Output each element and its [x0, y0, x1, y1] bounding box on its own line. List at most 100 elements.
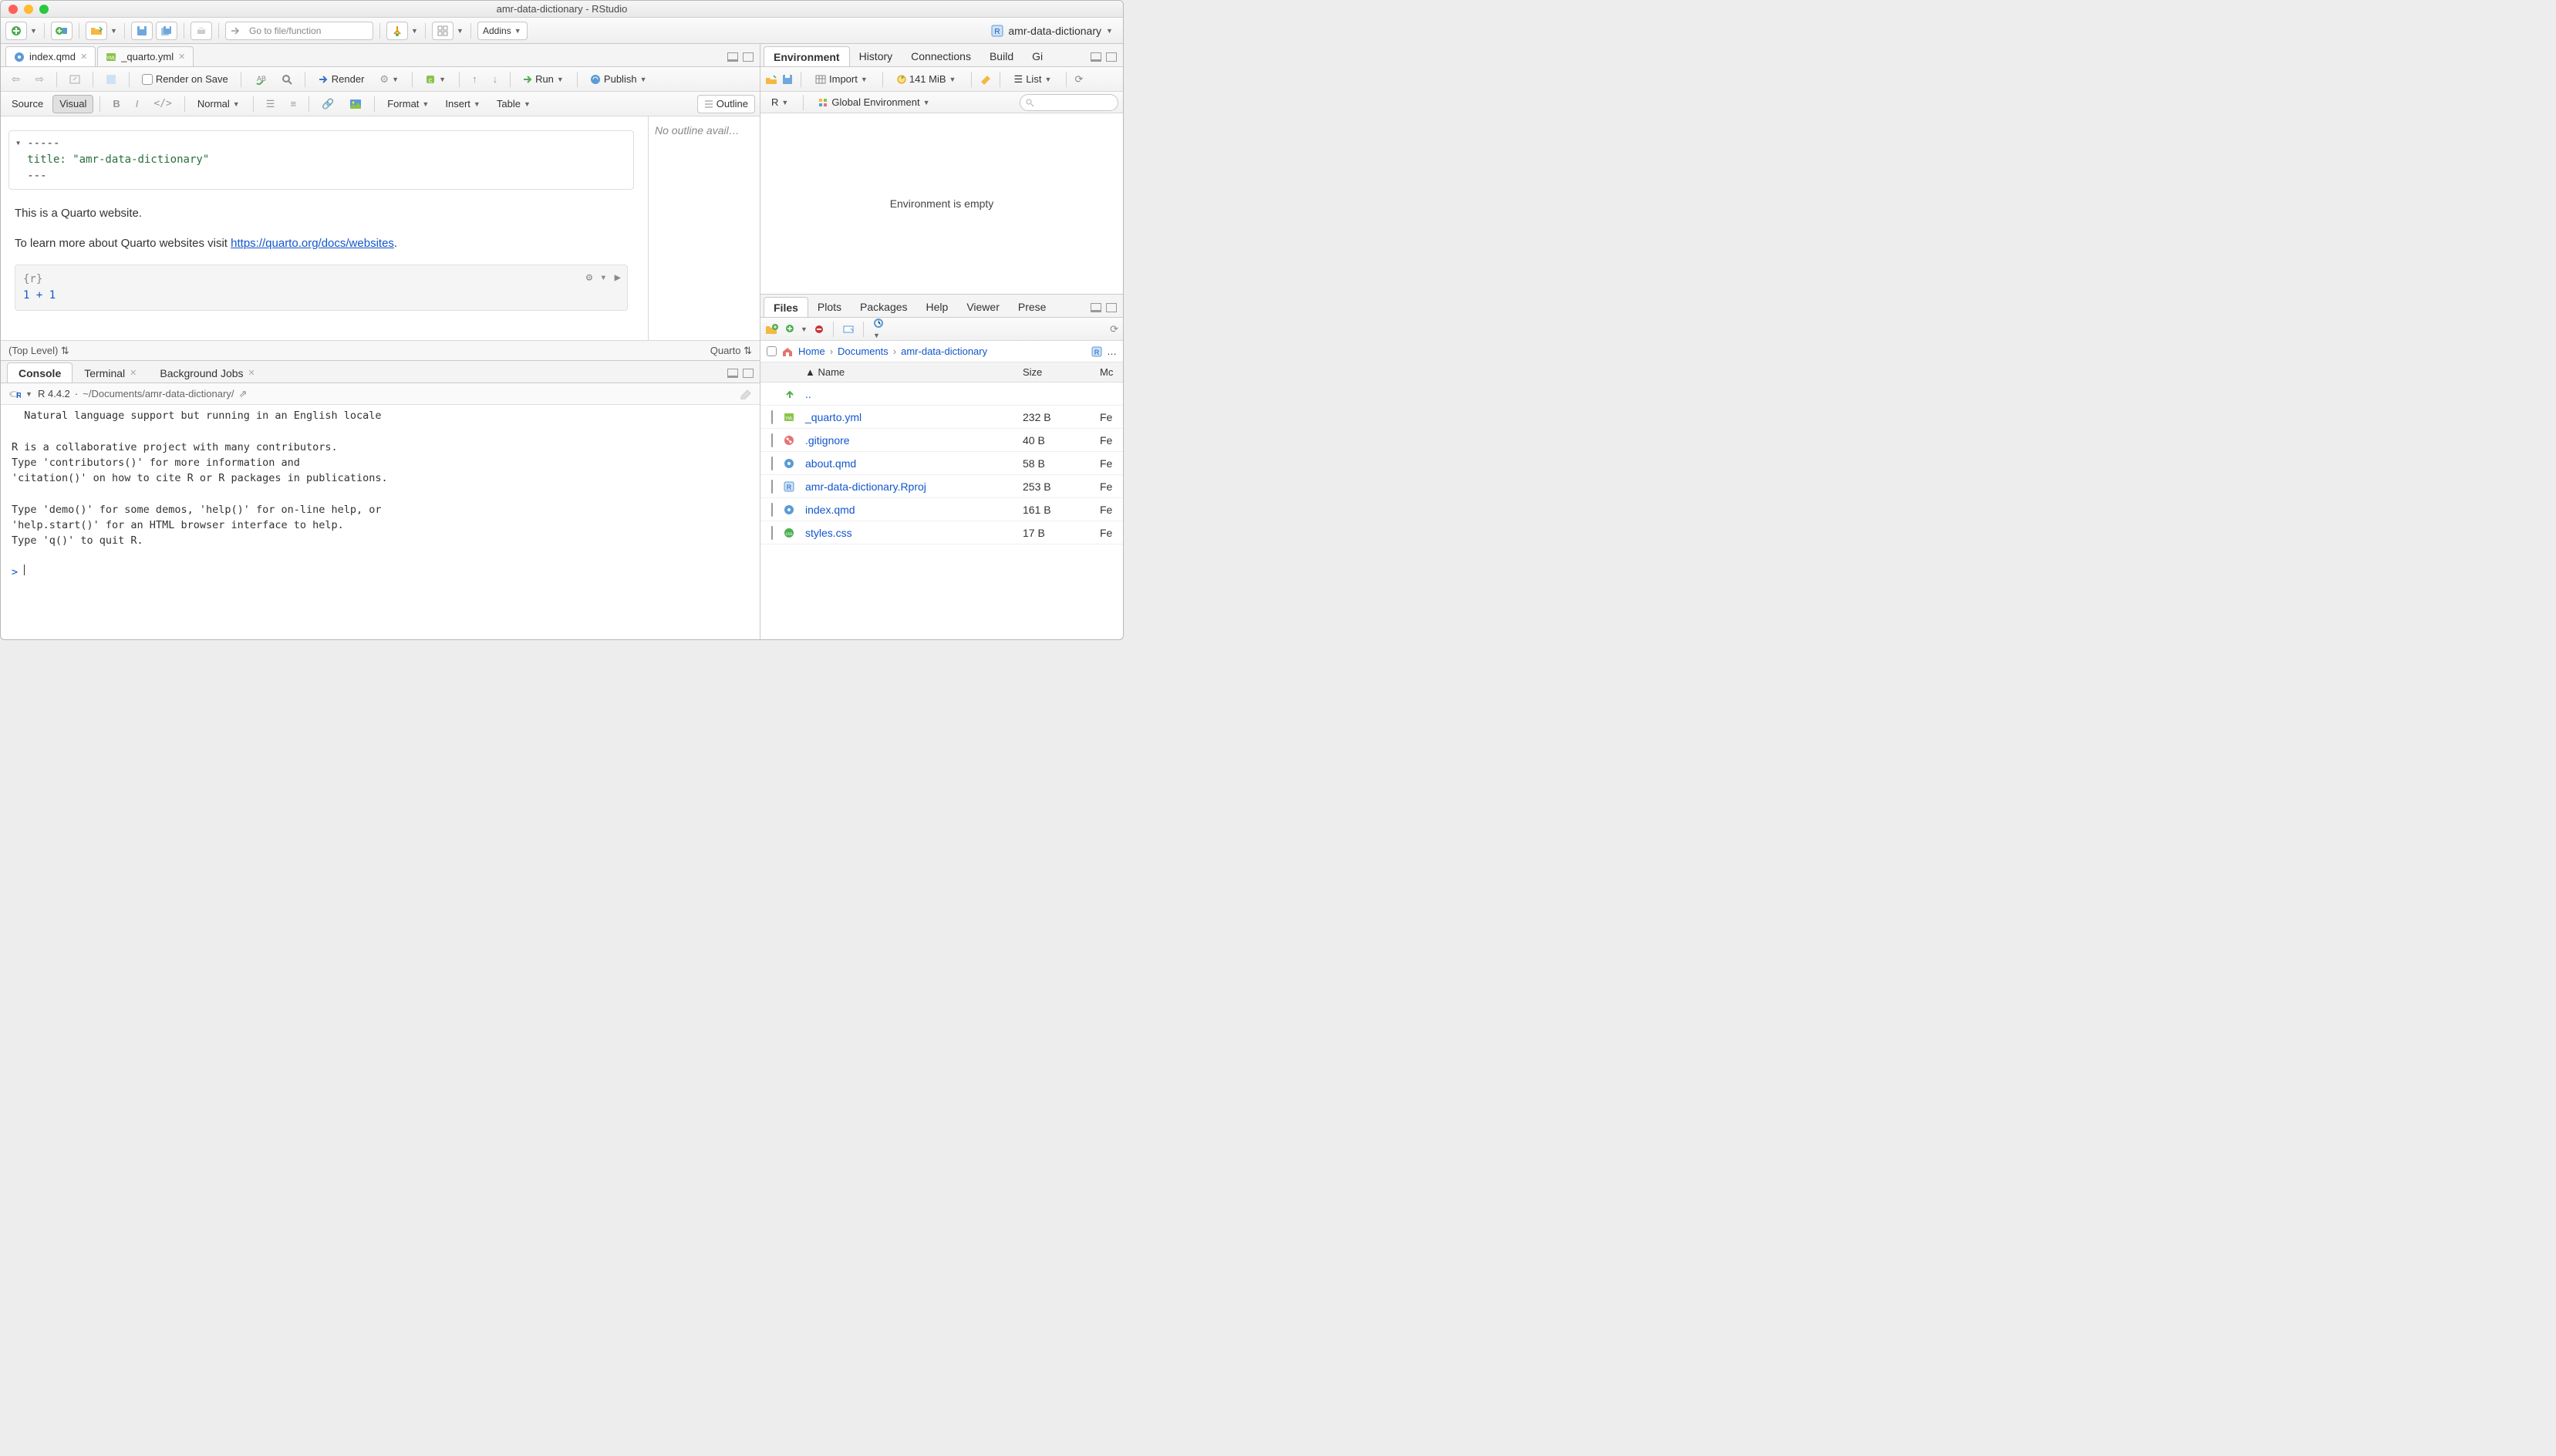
run-next-button[interactable]: ↓	[487, 70, 504, 89]
refresh-files-button[interactable]: ⟳	[1110, 323, 1118, 335]
environment-search-input[interactable]	[1020, 94, 1118, 111]
panes-dropdown[interactable]: ▼	[457, 27, 464, 35]
breadcrumb-project[interactable]: amr-data-dictionary	[901, 345, 987, 357]
scope-selector[interactable]: Global Environment ▼	[811, 93, 936, 112]
spellcheck-button[interactable]: ABC	[248, 70, 272, 89]
visual-mode-button[interactable]: Visual	[52, 95, 93, 113]
file-link[interactable]: about.qmd	[805, 457, 856, 470]
tab-help[interactable]: Help	[917, 297, 958, 317]
clear-console-icon[interactable]	[740, 389, 752, 399]
table-menu[interactable]: Table ▼	[491, 95, 538, 113]
tab-index-qmd[interactable]: index.qmd✕	[5, 46, 96, 66]
run-above-icon[interactable]: ▾	[600, 270, 606, 286]
tab-connections[interactable]: Connections	[902, 46, 980, 66]
file-checkbox[interactable]	[771, 433, 773, 447]
maximize-pane-icon[interactable]	[743, 52, 754, 62]
scope-selector[interactable]: (Top Level) ⇅	[8, 345, 69, 357]
files-up-row[interactable]: ..	[760, 383, 1123, 406]
breadcrumb-more[interactable]: …	[1107, 345, 1117, 357]
memory-indicator[interactable]: 141 MiB ▼	[891, 70, 963, 89]
paragraph[interactable]: This is a Quarto website.	[15, 205, 634, 223]
open-file-button[interactable]	[86, 22, 107, 40]
file-row[interactable]: about.qmd58 BFe	[760, 452, 1123, 475]
goto-file-input[interactable]: Go to file/function	[225, 22, 373, 40]
save-workspace-button[interactable]	[782, 74, 793, 85]
column-size-header[interactable]: Size	[1023, 366, 1100, 378]
tab-git[interactable]: Gi	[1023, 46, 1052, 66]
close-window-button[interactable]	[8, 5, 18, 14]
code-chunk[interactable]: ⚙ ▾ ▶ {r} 1 + 1	[15, 265, 628, 311]
save-all-button[interactable]	[156, 22, 177, 40]
vc-dropdown[interactable]: ▼	[411, 27, 419, 35]
render-settings-button[interactable]: ⚙ ▼	[373, 70, 406, 89]
editor-content[interactable]: ▾ ----- title: "amr-data-dictionary" ---…	[1, 116, 648, 340]
quarto-docs-link[interactable]: https://quarto.org/docs/websites	[231, 237, 394, 250]
link-button[interactable]: 🔗	[315, 95, 340, 113]
file-row[interactable]: cssstyles.css17 BFe	[760, 521, 1123, 544]
select-all-checkbox[interactable]	[767, 346, 777, 356]
file-checkbox[interactable]	[771, 526, 773, 540]
maximize-pane-icon[interactable]	[1106, 303, 1117, 312]
file-row[interactable]: Ramr-data-dictionary.Rproj253 BFe	[760, 475, 1123, 498]
source-mode-button[interactable]: Source	[5, 95, 49, 113]
new-file-dropdown[interactable]: ▼	[30, 27, 38, 35]
close-tab-icon[interactable]: ✕	[80, 52, 87, 62]
render-on-save-checkbox[interactable]: Render on Save	[136, 70, 234, 89]
close-tab-icon[interactable]: ✕	[178, 52, 185, 62]
nav-back-button[interactable]: ⇦	[5, 70, 26, 89]
path-arrow-icon[interactable]: ⇗	[238, 388, 247, 400]
tab-packages[interactable]: Packages	[851, 297, 916, 317]
new-folder-button[interactable]	[765, 324, 779, 335]
rproject-icon[interactable]: R	[1091, 346, 1102, 357]
publish-button[interactable]: Publish ▼	[584, 70, 654, 89]
language-selector[interactable]: R ▼	[765, 93, 795, 112]
tab-files[interactable]: Files	[764, 297, 808, 317]
tab-plots[interactable]: Plots	[808, 297, 851, 317]
tab-build[interactable]: Build	[980, 46, 1023, 66]
file-link[interactable]: styles.css	[805, 527, 852, 539]
maximize-pane-icon[interactable]	[743, 369, 754, 378]
open-file-dropdown[interactable]: ▼	[110, 27, 118, 35]
minimize-pane-icon[interactable]	[1091, 52, 1101, 62]
load-workspace-button[interactable]	[765, 74, 777, 85]
file-row[interactable]: index.qmd161 BFe	[760, 498, 1123, 521]
run-button[interactable]: Run ▼	[517, 70, 571, 89]
bold-button[interactable]: B	[106, 95, 126, 113]
panes-button[interactable]	[432, 22, 454, 40]
tab-console[interactable]: Console	[7, 362, 72, 383]
tab-presentation[interactable]: Prese	[1009, 297, 1056, 317]
number-list-button[interactable]: ≡	[284, 95, 302, 113]
tab-terminal[interactable]: Terminal ✕	[72, 362, 148, 383]
refresh-button[interactable]: ⟳	[1074, 73, 1083, 86]
file-checkbox[interactable]	[771, 480, 773, 494]
breadcrumb-documents[interactable]: Documents	[838, 345, 889, 357]
file-link[interactable]: _quarto.yml	[805, 411, 862, 423]
new-blank-file-button[interactable]	[785, 324, 794, 335]
italic-button[interactable]: I	[130, 95, 145, 113]
tab-viewer[interactable]: Viewer	[957, 297, 1009, 317]
image-button[interactable]	[343, 95, 368, 113]
style-selector[interactable]: Normal ▼	[191, 95, 247, 113]
run-chunk-icon[interactable]: ▶	[615, 270, 621, 286]
format-menu[interactable]: Format ▼	[381, 95, 436, 113]
file-checkbox[interactable]	[771, 457, 773, 470]
more-button[interactable]: ▼	[873, 318, 884, 340]
chunk-options-icon[interactable]: ⚙	[586, 270, 592, 286]
find-button[interactable]	[275, 70, 298, 89]
file-checkbox[interactable]	[771, 410, 773, 424]
file-link[interactable]: index.qmd	[805, 504, 855, 516]
file-row[interactable]: YML_quarto.yml232 BFe	[760, 406, 1123, 429]
show-in-window-button[interactable]	[63, 70, 86, 89]
maximize-pane-icon[interactable]	[1106, 52, 1117, 62]
new-file-button[interactable]	[5, 22, 27, 40]
file-link[interactable]: .gitignore	[805, 434, 850, 447]
paragraph[interactable]: To learn more about Quarto websites visi…	[15, 235, 634, 253]
insert-menu[interactable]: Insert ▼	[439, 95, 487, 113]
insert-chunk-button[interactable]: c▼	[419, 70, 453, 89]
minimize-pane-icon[interactable]	[1091, 303, 1101, 312]
bullet-list-button[interactable]: ☰	[260, 95, 282, 113]
outline-toggle-button[interactable]: Outline	[697, 95, 755, 113]
minimize-pane-icon[interactable]	[727, 52, 738, 62]
minimize-window-button[interactable]	[24, 5, 33, 14]
new-file-dropdown[interactable]: ▼	[801, 325, 808, 333]
